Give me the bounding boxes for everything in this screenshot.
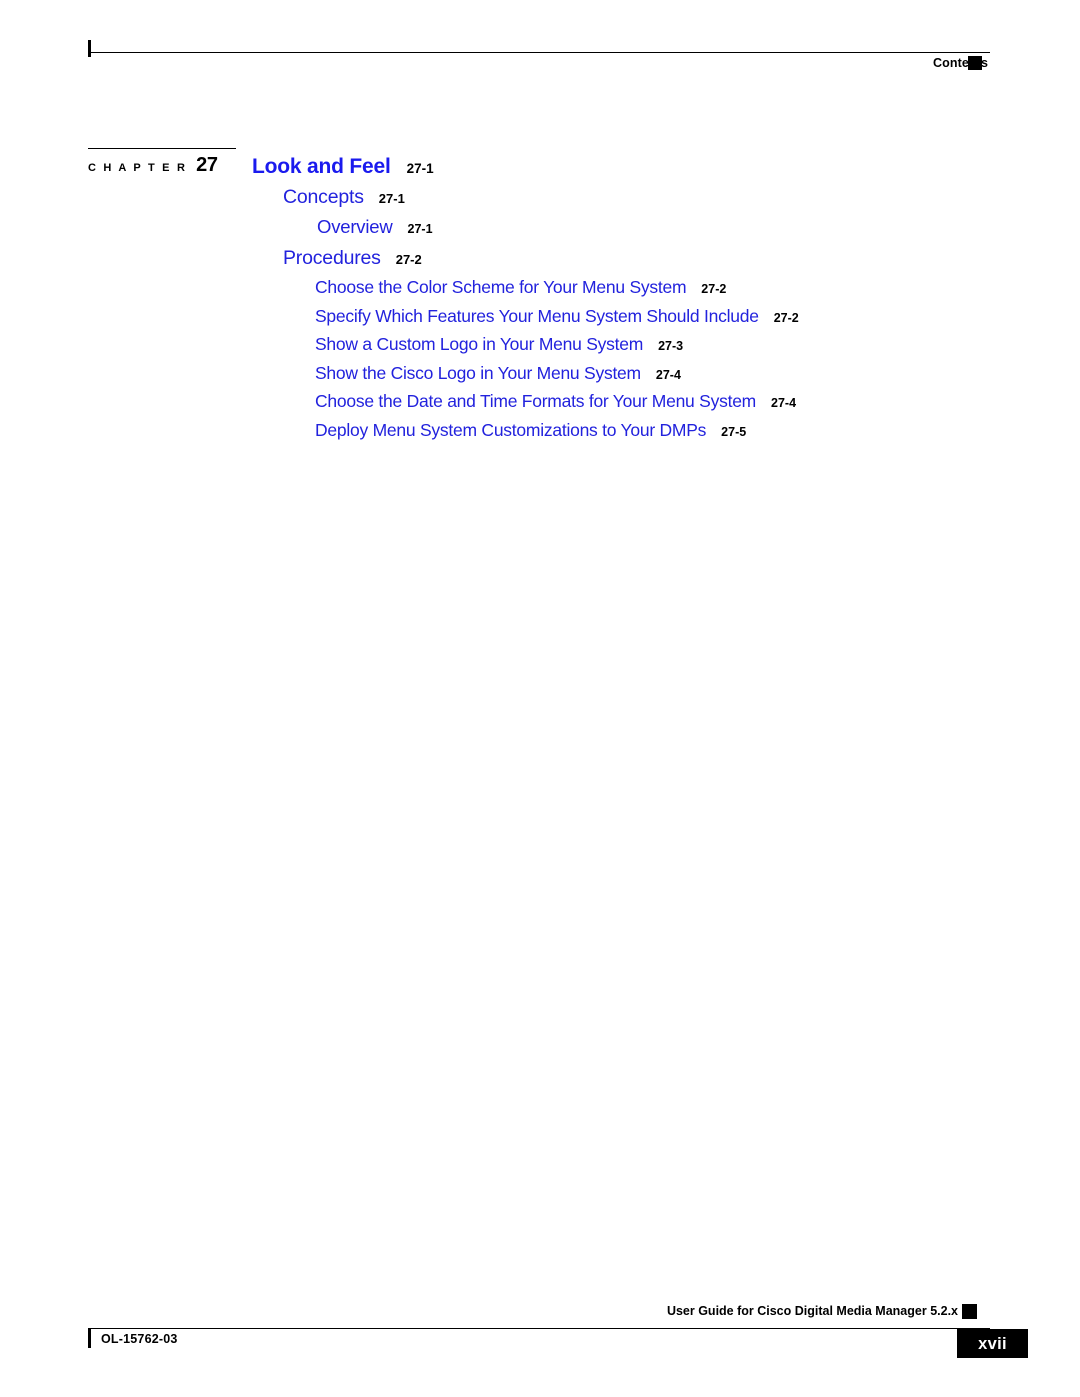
header-rule [88, 52, 990, 53]
header-left-tick [88, 40, 91, 57]
toc-entry-page: 27-1 [378, 191, 405, 206]
footer-guide-title: User Guide for Cisco Digital Media Manag… [666, 1304, 958, 1318]
toc-entry-page: 27-1 [406, 161, 434, 176]
toc-entry-page: 27-1 [407, 222, 433, 236]
page-header: Contents [0, 0, 1080, 90]
toc-entry-title[interactable]: Procedures [283, 247, 381, 270]
toc-entry-specify-features[interactable]: Specify Which Features Your Menu System … [0, 306, 1080, 335]
toc-entry-page: 27-4 [655, 367, 681, 382]
toc-entry-show-cisco-logo[interactable]: Show the Cisco Logo in Your Menu System … [0, 363, 1080, 392]
footer-document-id: OL-15762-03 [101, 1332, 178, 1346]
footer-rule [88, 1328, 990, 1329]
footer-page-number-box: xvii [957, 1329, 1028, 1358]
toc-entry-title[interactable]: Concepts [283, 186, 364, 209]
table-of-contents: Look and Feel 27-1 Concepts 27-1 Overvie… [0, 155, 1080, 448]
footer-page-number: xvii [978, 1334, 1007, 1353]
toc-entry-title[interactable]: Specify Which Features Your Menu System … [315, 306, 759, 327]
toc-entry-title[interactable]: Deploy Menu System Customizations to You… [315, 420, 706, 441]
toc-entry-title[interactable]: Choose the Color Scheme for Your Menu Sy… [315, 277, 687, 298]
toc-entry-title[interactable]: Overview [317, 216, 393, 238]
toc-entry-page: 27-5 [721, 424, 747, 439]
toc-entry-title[interactable]: Choose the Date and Time Formats for You… [315, 391, 756, 412]
toc-entry-choose-color-scheme[interactable]: Choose the Color Scheme for Your Menu Sy… [0, 277, 1080, 306]
toc-entry-page: 27-2 [395, 252, 422, 267]
toc-entry-deploy-customizations[interactable]: Deploy Menu System Customizations to You… [0, 420, 1080, 449]
black-square-icon [968, 56, 982, 70]
toc-entry-page: 27-4 [771, 396, 797, 410]
toc-entry-page: 27-3 [658, 339, 684, 353]
footer-left-tick [88, 1329, 91, 1348]
toc-entry-page: 27-2 [773, 310, 799, 325]
toc-entry-page: 27-2 [701, 282, 727, 296]
toc-entry-chapter-title[interactable]: Look and Feel 27-1 [0, 155, 1080, 186]
toc-entry-title[interactable]: Look and Feel [252, 155, 391, 179]
toc-entry-choose-date-time-formats[interactable]: Choose the Date and Time Formats for You… [0, 391, 1080, 420]
toc-entry-concepts[interactable]: Concepts 27-1 [0, 186, 1080, 216]
black-square-icon [962, 1304, 977, 1319]
toc-entry-title[interactable]: Show a Custom Logo in Your Menu System [315, 334, 643, 355]
toc-entry-title[interactable]: Show the Cisco Logo in Your Menu System [315, 363, 641, 384]
toc-entry-overview[interactable]: Overview 27-1 [0, 216, 1080, 247]
page-footer: User Guide for Cisco Digital Media Manag… [0, 1296, 1080, 1397]
toc-entry-show-custom-logo[interactable]: Show a Custom Logo in Your Menu System 2… [0, 334, 1080, 363]
toc-entry-procedures[interactable]: Procedures 27-2 [0, 247, 1080, 277]
